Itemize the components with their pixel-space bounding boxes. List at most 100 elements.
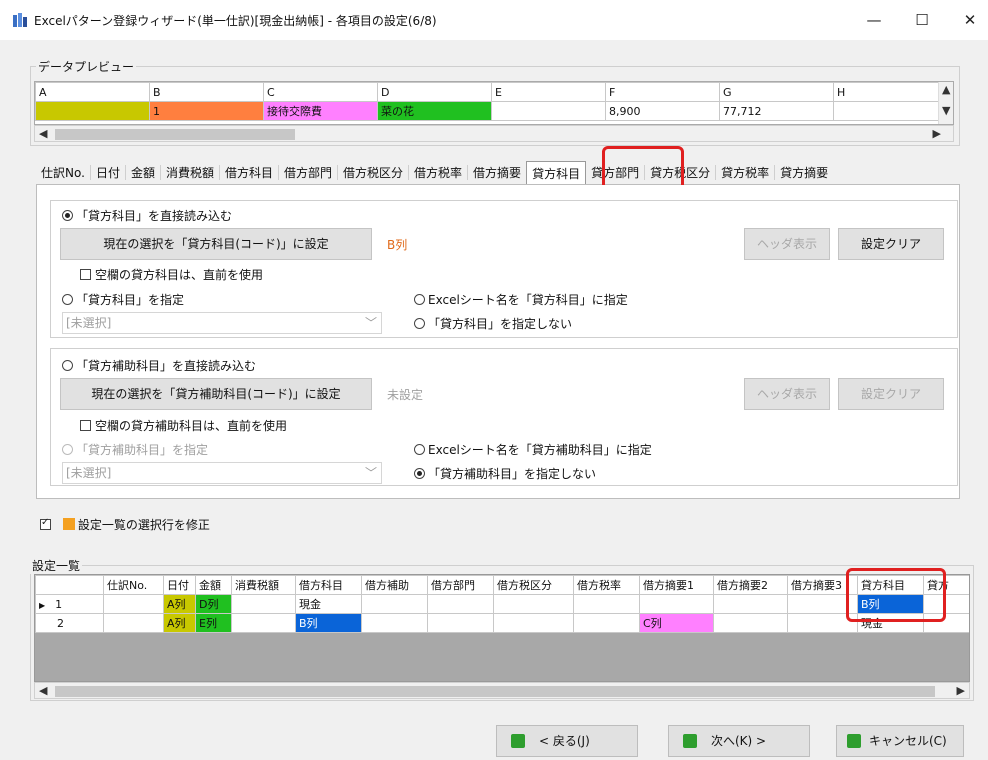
cancel-button[interactable]: キャンセル(C)	[836, 725, 964, 757]
radio-icon[interactable]	[62, 444, 73, 455]
table-cell[interactable]	[427, 594, 494, 614]
maximize-button[interactable]: ☐	[904, 8, 940, 32]
clear-settings-button[interactable]: 設定クリア	[838, 228, 944, 260]
subaccount-sheet-name-option[interactable]: Excelシート名を「貸方補助科目」に指定	[414, 441, 652, 458]
close-button[interactable]: ✕	[952, 8, 988, 32]
table-cell[interactable]	[103, 613, 164, 633]
table-cell[interactable]	[573, 594, 640, 614]
subaccount-header-display-button[interactable]: ヘッダ表示	[744, 378, 830, 410]
table-cell[interactable]	[493, 594, 574, 614]
table-cell[interactable]	[493, 613, 574, 633]
subaccount-clear-settings-button[interactable]: 設定クリア	[838, 378, 944, 410]
tab-debit-dept[interactable]: 借方部門	[279, 161, 337, 184]
radio-icon[interactable]	[62, 294, 73, 305]
radio-icon[interactable]	[414, 444, 425, 455]
radio-icon[interactable]	[62, 360, 73, 371]
preview-hscroll[interactable]: ◀ ▶	[34, 125, 954, 142]
settings-col-header[interactable]: 消費税額	[231, 575, 296, 595]
data-preview-grid[interactable]: A B C D E F G H 1 接待交際費 菜の花 8,900 77,712…	[34, 81, 954, 125]
tab-debit-tax-class[interactable]: 借方税区分	[338, 161, 408, 184]
scroll-up-icon[interactable]: ▲	[942, 83, 950, 96]
scroll-right-icon[interactable]: ▶	[957, 684, 965, 697]
settings-hscroll-thumb[interactable]	[55, 686, 935, 697]
preview-cell[interactable]	[491, 101, 606, 121]
blank-use-previous-checkbox[interactable]: 空欄の貸方科目は、直前を使用	[80, 266, 263, 283]
checkbox-icon[interactable]	[80, 269, 91, 280]
table-cell[interactable]	[713, 613, 788, 633]
subaccount-no-specify-option[interactable]: 「貸方補助科目」を指定しない	[414, 465, 596, 482]
radio-icon[interactable]	[414, 294, 425, 305]
table-row[interactable]: ▶ 1 A列 D列 現金 B列	[35, 594, 969, 614]
tab-credit-account[interactable]: 貸方科目	[526, 161, 587, 184]
settings-col-header[interactable]: 借方補助	[361, 575, 428, 595]
account-direct-read-option[interactable]: 「貸方科目」を直接読み込む	[62, 207, 232, 224]
checkbox-icon[interactable]	[40, 517, 51, 530]
radio-icon[interactable]	[414, 468, 425, 479]
preview-col-header[interactable]: C	[263, 82, 378, 102]
preview-cell[interactable]: 菜の花	[377, 101, 492, 121]
tab-debit-memo[interactable]: 借方摘要	[468, 161, 526, 184]
settings-col-header[interactable]: 借方摘要1	[639, 575, 714, 595]
scroll-left-icon[interactable]: ◀	[39, 127, 47, 140]
settings-col-header[interactable]: 借方税率	[573, 575, 640, 595]
table-cell[interactable]: B列	[295, 613, 362, 633]
preview-cell[interactable]: 接待交際費	[263, 101, 378, 121]
preview-col-header[interactable]: F	[605, 82, 720, 102]
settings-col-header[interactable]: 借方部門	[427, 575, 494, 595]
preview-cell[interactable]	[833, 101, 940, 121]
preview-cell[interactable]	[35, 101, 150, 121]
row-selector[interactable]: ▶ 1	[35, 594, 104, 614]
table-cell[interactable]: E列	[195, 613, 232, 633]
header-display-button[interactable]: ヘッダ表示	[744, 228, 830, 260]
tab-amount[interactable]: 金額	[126, 161, 160, 184]
preview-col-header[interactable]: B	[149, 82, 264, 102]
table-cell[interactable]: 現金	[295, 594, 362, 614]
preview-col-header[interactable]: H	[833, 82, 940, 102]
scroll-down-icon[interactable]: ▼	[942, 104, 950, 117]
table-cell[interactable]: C列	[639, 613, 714, 633]
preview-col-header[interactable]: A	[35, 82, 150, 102]
table-cell[interactable]	[361, 594, 428, 614]
subaccount-specify-option[interactable]: 「貸方補助科目」を指定	[62, 441, 208, 458]
set-subaccount-code-button[interactable]: 現在の選択を「貸方補助科目(コード)」に設定	[60, 378, 372, 410]
settings-hscroll[interactable]: ◀ ▶	[34, 682, 970, 699]
tab-credit-memo[interactable]: 貸方摘要	[775, 161, 833, 184]
table-cell[interactable]	[103, 594, 164, 614]
checkbox-icon[interactable]	[80, 420, 91, 431]
table-cell[interactable]	[231, 613, 296, 633]
table-cell[interactable]	[713, 594, 788, 614]
settings-list-grid[interactable]: 仕訳No. 日付 金額 消費税額 借方科目 借方補助 借方部門 借方税区分 借方…	[34, 574, 970, 682]
subaccount-select[interactable]: [未選択] ﹀	[62, 462, 382, 484]
table-cell[interactable]	[231, 594, 296, 614]
preview-cell[interactable]: 8,900	[605, 101, 720, 121]
table-cell[interactable]	[573, 613, 640, 633]
preview-cell[interactable]: 1	[149, 101, 264, 121]
account-select[interactable]: [未選択] ﹀	[62, 312, 382, 334]
radio-icon[interactable]	[62, 210, 73, 221]
tab-date[interactable]: 日付	[91, 161, 125, 184]
preview-col-header[interactable]: G	[719, 82, 834, 102]
subaccount-blank-use-previous-checkbox[interactable]: 空欄の貸方補助科目は、直前を使用	[80, 417, 287, 434]
settings-col-header[interactable]: 借方科目	[295, 575, 362, 595]
table-cell[interactable]: A列	[163, 613, 196, 633]
preview-col-header[interactable]: D	[377, 82, 492, 102]
account-specify-option[interactable]: 「貸方科目」を指定	[62, 291, 184, 308]
table-cell[interactable]	[427, 613, 494, 633]
table-cell[interactable]	[361, 613, 428, 633]
tab-debit-tax-rate[interactable]: 借方税率	[409, 161, 467, 184]
next-button[interactable]: 次へ(K) >	[668, 725, 810, 757]
table-cell[interactable]: A列	[163, 594, 196, 614]
preview-hscroll-thumb[interactable]	[55, 129, 295, 140]
subaccount-direct-read-option[interactable]: 「貸方補助科目」を直接読み込む	[62, 357, 256, 374]
tab-credit-tax-rate[interactable]: 貸方税率	[716, 161, 774, 184]
modify-selected-row-checkbox[interactable]: 設定一覧の選択行を修正	[40, 516, 210, 533]
scroll-right-icon[interactable]: ▶	[933, 127, 941, 140]
settings-col-header[interactable]: 借方税区分	[493, 575, 574, 595]
settings-col-header[interactable]: 仕訳No.	[103, 575, 164, 595]
settings-col-header[interactable]: 日付	[163, 575, 196, 595]
table-row[interactable]: 2 A列 E列 B列 C列 現金	[35, 613, 969, 633]
tab-debit-account[interactable]: 借方科目	[220, 161, 278, 184]
table-cell[interactable]	[639, 594, 714, 614]
back-button[interactable]: < 戻る(J)	[496, 725, 638, 757]
settings-col-header[interactable]: 金額	[195, 575, 232, 595]
